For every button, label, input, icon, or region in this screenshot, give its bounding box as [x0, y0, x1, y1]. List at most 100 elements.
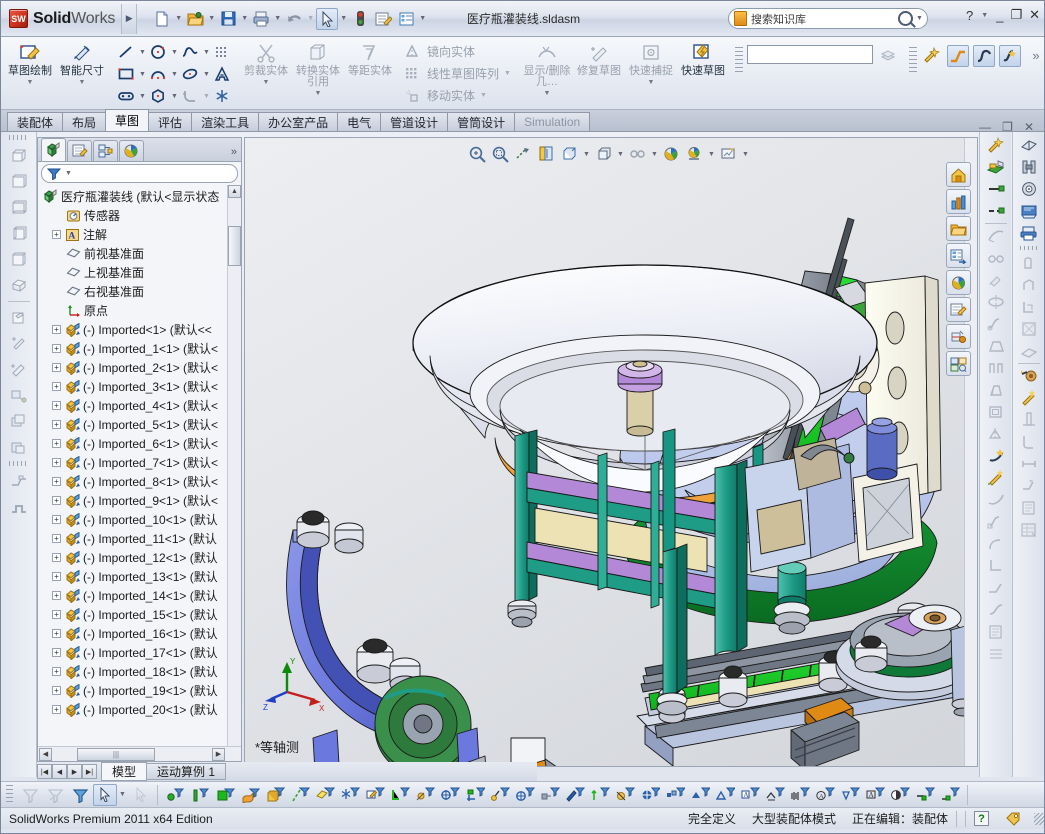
cut-list-icon[interactable] — [1016, 497, 1041, 519]
view-settings-caret-icon[interactable]: ▼ — [741, 151, 750, 158]
rebuild-button[interactable] — [349, 8, 371, 30]
configuration-combo[interactable] — [747, 45, 873, 64]
structural-member-icon[interactable] — [1016, 409, 1041, 431]
tree-node-imported-2[interactable]: +(-) Imported_2<1> (默认< — [40, 358, 241, 377]
spline-caret-icon[interactable]: ▼ — [202, 49, 211, 56]
filter-annotations-icon[interactable] — [663, 784, 687, 806]
sketch-pattern-tool[interactable] — [211, 41, 233, 63]
line-tool[interactable]: ▼ — [115, 41, 147, 63]
sketch-caret-icon[interactable]: ▼ — [27, 79, 34, 86]
tree-node-imported-6[interactable]: +(-) Imported_6<1> (默认< — [40, 434, 241, 453]
save-document-button[interactable] — [217, 8, 239, 30]
filter-balloons-icon[interactable] — [588, 784, 612, 806]
design-library-icon[interactable] — [946, 189, 971, 214]
filter-points-icon[interactable] — [338, 784, 362, 806]
tree-node-imported-20-expander[interactable]: + — [52, 705, 61, 714]
tree-node-imported-10-expander[interactable]: + — [52, 515, 61, 524]
filter-datum-icon[interactable] — [613, 784, 637, 806]
tab-layout[interactable]: 布局 — [62, 112, 106, 131]
sheet-metal-icon[interactable] — [1016, 134, 1041, 156]
graphics-area[interactable]: ▼ ▼ ▼ ▼ ▼ — [244, 137, 978, 767]
box-right-icon[interactable] — [6, 247, 32, 272]
new-document-caret-icon[interactable]: ▼ — [174, 15, 183, 22]
linear-sketch-pattern-caret-icon[interactable]: ▼ — [503, 70, 512, 77]
filter-connection-node-icon[interactable] — [938, 784, 962, 806]
select-other-icon[interactable] — [128, 784, 152, 806]
route-line-button[interactable] — [947, 45, 969, 67]
gusset-icon[interactable] — [1016, 431, 1041, 453]
end-cap-icon[interactable] — [1016, 453, 1041, 475]
polygon-tool[interactable]: ▼ — [147, 85, 179, 107]
minus-dash-icon[interactable] — [983, 200, 1008, 222]
apply-scene-caret-icon[interactable]: ▼ — [707, 151, 716, 158]
view-orientation-icon[interactable] — [536, 144, 557, 164]
display-delete-relations-caret-icon[interactable]: ▼ — [544, 90, 551, 97]
tree-node-imported-14[interactable]: +(-) Imported_14<1> (默认 — [40, 586, 241, 605]
tab-routing-piping[interactable]: 管道设计 — [380, 112, 448, 131]
filter-sketch-segments-icon[interactable] — [388, 784, 412, 806]
sketch-button[interactable]: 草图绘制 ▼ — [4, 37, 56, 109]
document-restore-button[interactable]: ❐ — [1002, 120, 1013, 134]
tree-node-imported-0-expander[interactable]: + — [52, 325, 61, 334]
menu-expand-arrow[interactable]: ▶ — [121, 4, 137, 34]
left-toolbar-grip-2[interactable] — [9, 461, 29, 466]
flatten-icon[interactable] — [1016, 340, 1041, 362]
filter-midpoints-icon[interactable] — [413, 784, 437, 806]
appearances-icon[interactable] — [946, 297, 971, 322]
quick-snaps-caret-icon[interactable]: ▼ — [648, 79, 655, 86]
note-icon[interactable] — [983, 621, 1008, 643]
filter-tolerance-icon[interactable] — [838, 784, 862, 806]
display-manager-tab[interactable] — [119, 140, 144, 161]
zoom-to-fit-icon[interactable] — [490, 144, 511, 164]
move-entities-item[interactable]: 移动实体 ▼ — [401, 85, 512, 106]
fold-icon[interactable] — [983, 577, 1008, 599]
spline-tool[interactable]: ▼ — [179, 41, 211, 63]
tree-node-imported-9-expander[interactable]: + — [52, 496, 61, 505]
undo-button[interactable] — [283, 8, 305, 30]
home-icon[interactable] — [946, 162, 971, 187]
tree-node-imported-13[interactable]: +(-) Imported_13<1> (默认 — [40, 567, 241, 586]
display-delete-relations-button[interactable]: 显示/删除几… ▼ — [521, 37, 573, 109]
tree-node-imported-19-expander[interactable]: + — [52, 686, 61, 695]
filter-caret-icon[interactable]: ▼ — [64, 170, 73, 177]
filter-solid-bodies-icon[interactable] — [263, 784, 287, 806]
filter-weld-icon[interactable] — [513, 784, 537, 806]
slot-caret-icon[interactable]: ▼ — [138, 93, 147, 100]
status-tag-icon-cell[interactable] — [997, 810, 1030, 828]
tree-node-imported-20[interactable]: +(-) Imported_20<1> (默认 — [40, 700, 241, 719]
bird-icon[interactable] — [983, 489, 1008, 511]
print-document-button[interactable] — [250, 8, 272, 30]
tree-node-imported-16-expander[interactable]: + — [52, 629, 61, 638]
hide-show-caret-icon[interactable]: ▼ — [616, 151, 625, 158]
help-button[interactable]: ? — [966, 8, 973, 23]
right-toolbar-grip-b[interactable] — [1020, 246, 1038, 250]
tree-node-imported-13-expander[interactable]: + — [52, 572, 61, 581]
custom-properties-icon[interactable] — [946, 324, 971, 349]
add-note-icon[interactable] — [6, 357, 32, 382]
tree-scroll-left-button[interactable]: ◀ — [39, 748, 52, 761]
minimize-button[interactable]: _ — [996, 8, 1003, 23]
rectangle-caret-icon[interactable]: ▼ — [138, 71, 147, 78]
tree-node-imported-0[interactable]: +(-) Imported<1> (默认<< — [40, 320, 241, 339]
sketch-wizard-icon[interactable] — [921, 45, 943, 65]
property-manager-tab[interactable] — [67, 140, 92, 161]
filter-vertices-icon[interactable] — [163, 784, 187, 806]
tree-node-imported-14-expander[interactable]: + — [52, 591, 61, 600]
draft-icon[interactable] — [983, 379, 1008, 401]
open-document-button[interactable] — [184, 8, 206, 30]
document-close-button[interactable]: ✕ — [1024, 120, 1034, 134]
bend-icon[interactable] — [983, 599, 1008, 621]
search-input[interactable]: 搜索知识库 — [751, 11, 898, 27]
tree-node-imported-11-expander[interactable]: + — [52, 534, 61, 543]
feature-tree-filter[interactable]: ▼ — [41, 164, 238, 183]
drawing-views-icon[interactable] — [946, 351, 971, 376]
star-pencil-icon[interactable] — [1016, 387, 1041, 409]
table-icon[interactable] — [983, 643, 1008, 665]
glasses-caret-icon[interactable]: ▼ — [650, 151, 659, 158]
search-results-icon[interactable] — [946, 243, 971, 268]
trim-entities-button[interactable]: 剪裁实体 ▼ — [240, 37, 292, 109]
tree-node-imported-16[interactable]: +(-) Imported_16<1> (默认 — [40, 624, 241, 643]
jog-icon[interactable] — [1016, 274, 1041, 296]
select-tool-button[interactable] — [316, 8, 338, 30]
fillet-caret-icon[interactable]: ▼ — [202, 93, 211, 100]
